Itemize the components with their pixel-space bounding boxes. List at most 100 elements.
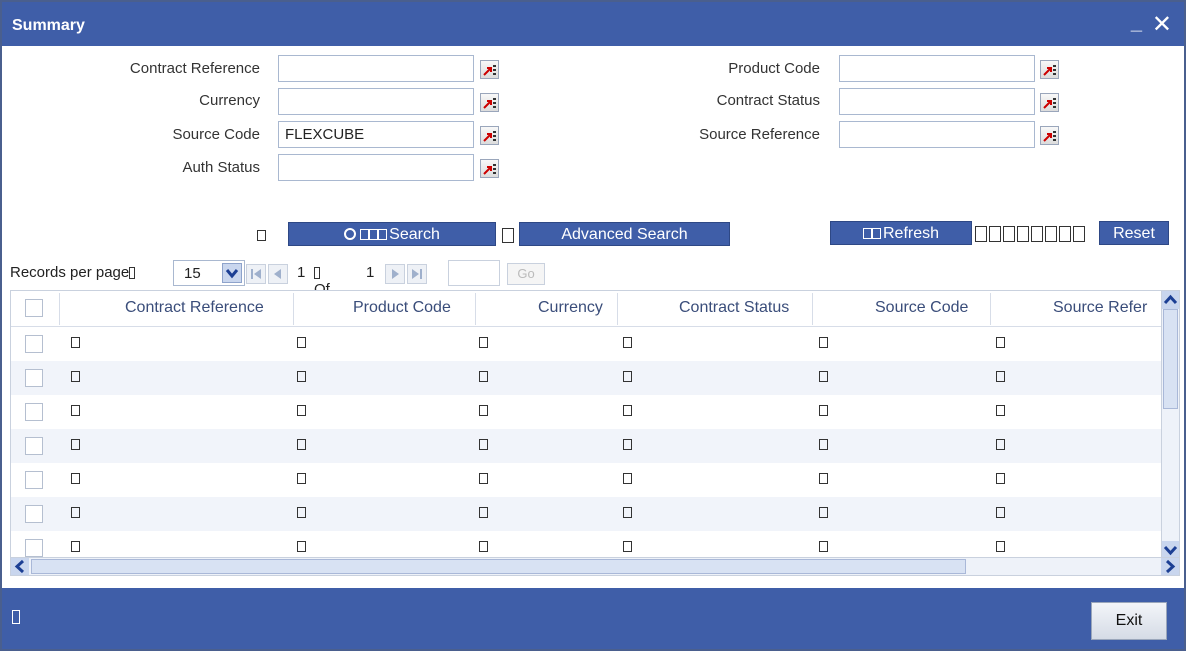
select-all-checkbox[interactable] [25, 299, 43, 317]
table-cell [71, 337, 80, 348]
prev-page-icon[interactable] [268, 264, 288, 284]
table-row[interactable] [11, 463, 1163, 497]
placeholder-glyph-row [975, 225, 1085, 243]
table-cell [71, 541, 80, 552]
table-cell [819, 507, 828, 518]
chevron-down-icon [222, 263, 242, 283]
contract-status-label: Contract Status [716, 92, 820, 109]
table-cell [297, 541, 306, 552]
table-cell [996, 507, 1005, 518]
placeholder-glyph [862, 228, 872, 240]
contract-status-input[interactable] [839, 88, 1035, 115]
row-checkbox[interactable] [25, 437, 43, 455]
table-cell [623, 371, 632, 382]
table-cell [71, 371, 80, 382]
reset-button[interactable]: Reset [1099, 221, 1169, 245]
row-checkbox[interactable] [25, 471, 43, 489]
source-code-lov-icon[interactable] [480, 126, 499, 145]
contract-reference-lov-icon[interactable] [480, 60, 499, 79]
current-page: 1 [297, 264, 306, 281]
table-cell [623, 507, 632, 518]
table-cell [479, 371, 488, 382]
row-checkbox[interactable] [25, 539, 43, 557]
placeholder-glyph [360, 229, 370, 241]
advanced-search-button[interactable]: Advanced Search [519, 222, 730, 246]
column-header-source-reference[interactable]: Source Refer [1053, 299, 1147, 317]
summary-window: Summary _ ✕ Contract Reference Currency … [0, 0, 1186, 651]
row-checkbox[interactable] [25, 403, 43, 421]
total-pages: 1 [366, 264, 375, 281]
column-header-contract-reference[interactable]: Contract Reference [125, 299, 264, 317]
refresh-button[interactable]: Refresh [830, 221, 972, 245]
table-row[interactable] [11, 497, 1163, 531]
vertical-scroll-thumb[interactable] [1163, 309, 1178, 409]
table-cell [623, 405, 632, 416]
contract-reference-input[interactable] [278, 55, 474, 82]
currency-input[interactable] [278, 88, 474, 115]
minimize-button[interactable]: _ [1131, 12, 1142, 35]
table-cell [996, 337, 1005, 348]
table-cell [819, 439, 828, 450]
vertical-scrollbar[interactable] [1161, 291, 1179, 559]
row-checkbox[interactable] [25, 335, 43, 353]
column-header-source-code[interactable]: Source Code [875, 299, 968, 317]
results-grid: Contract Reference Product Code Currency… [10, 290, 1180, 576]
table-cell [996, 541, 1005, 552]
table-row[interactable] [11, 429, 1163, 463]
product-code-lov-icon[interactable] [1040, 60, 1059, 79]
goto-page-input[interactable] [448, 260, 500, 286]
placeholder-glyph [369, 229, 379, 241]
horizontal-scroll-thumb[interactable] [31, 559, 966, 574]
placeholder-glyph [502, 228, 514, 243]
last-page-icon[interactable] [407, 264, 427, 284]
auth-status-lov-icon[interactable] [480, 159, 499, 178]
table-cell [71, 405, 80, 416]
horizontal-scrollbar[interactable] [11, 557, 1179, 575]
source-reference-input[interactable] [839, 121, 1035, 148]
row-checkbox[interactable] [25, 505, 43, 523]
auth-status-input[interactable] [278, 154, 474, 181]
source-code-label: Source Code [172, 126, 260, 143]
table-cell [996, 473, 1005, 484]
first-page-icon[interactable] [246, 264, 266, 284]
table-cell [623, 337, 632, 348]
exit-button[interactable]: Exit [1091, 602, 1167, 640]
source-reference-lov-icon[interactable] [1040, 126, 1059, 145]
table-cell [297, 371, 306, 382]
records-per-page-select[interactable]: 15 [173, 260, 245, 286]
scroll-left-icon[interactable] [11, 558, 29, 575]
product-code-input[interactable] [839, 55, 1035, 82]
table-cell [819, 541, 828, 552]
close-button[interactable]: ✕ [1152, 10, 1172, 39]
table-cell [996, 405, 1005, 416]
source-code-input[interactable] [278, 121, 474, 148]
product-code-label: Product Code [728, 60, 820, 77]
table-cell [71, 473, 80, 484]
contract-status-lov-icon[interactable] [1040, 93, 1059, 112]
column-header-currency[interactable]: Currency [538, 299, 603, 317]
go-button[interactable]: Go [507, 263, 545, 285]
table-cell [623, 473, 632, 484]
next-page-icon[interactable] [385, 264, 405, 284]
table-row[interactable] [11, 361, 1163, 395]
table-cell [479, 405, 488, 416]
column-header-contract-status[interactable]: Contract Status [679, 299, 789, 317]
search-button[interactable]: Search [288, 222, 496, 246]
table-row[interactable] [11, 395, 1163, 429]
window-title: Summary [12, 17, 85, 34]
currency-label: Currency [199, 92, 260, 109]
table-cell [819, 371, 828, 382]
placeholder-glyph [257, 230, 266, 241]
scroll-up-icon[interactable] [1162, 291, 1179, 309]
table-cell [819, 337, 828, 348]
table-cell [996, 371, 1005, 382]
table-cell [479, 541, 488, 552]
scroll-right-icon[interactable] [1161, 558, 1179, 575]
currency-lov-icon[interactable] [480, 93, 499, 112]
contract-reference-label: Contract Reference [129, 60, 260, 77]
table-cell [297, 473, 306, 484]
row-checkbox[interactable] [25, 369, 43, 387]
table-row[interactable] [11, 327, 1163, 361]
column-header-product-code[interactable]: Product Code [353, 299, 451, 317]
placeholder-glyph [871, 228, 881, 240]
